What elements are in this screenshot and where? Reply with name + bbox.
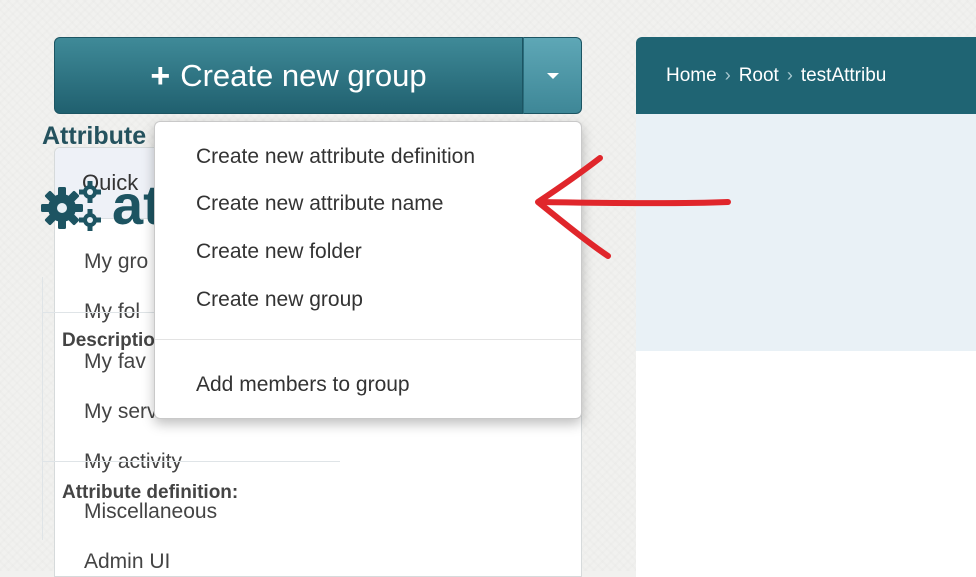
plus-icon: + bbox=[150, 56, 171, 95]
menu-item-add-members[interactable]: Add members to group bbox=[196, 373, 410, 397]
caret-down-icon bbox=[546, 72, 559, 79]
menu-divider bbox=[155, 339, 581, 340]
breadcrumb-separator-icon: › bbox=[724, 65, 731, 85]
details-border bbox=[42, 277, 43, 540]
breadcrumb-current[interactable]: testAttribu bbox=[801, 65, 887, 87]
breadcrumb-root[interactable]: Root bbox=[739, 65, 779, 87]
attribute-header bbox=[636, 114, 976, 351]
details-divider bbox=[42, 461, 340, 462]
menu-item-create-group[interactable]: Create new group bbox=[196, 288, 363, 312]
breadcrumb-home[interactable]: Home bbox=[666, 65, 717, 87]
gears-icon bbox=[41, 180, 101, 231]
quick-link-my-groups[interactable]: My gro bbox=[84, 250, 148, 274]
create-dropdown-toggle[interactable] bbox=[523, 37, 582, 114]
menu-item-create-attribute-name[interactable]: Create new attribute name bbox=[196, 192, 443, 216]
menu-item-create-folder[interactable]: Create new folder bbox=[196, 240, 362, 264]
create-button-label: Create new group bbox=[180, 57, 427, 93]
breadcrumb-separator-icon: › bbox=[786, 65, 793, 85]
create-dropdown-menu: Create new attribute definition Create n… bbox=[154, 121, 582, 419]
main-panel: Home › Root › testAttribu bbox=[636, 37, 976, 577]
menu-item-create-attribute-definition[interactable]: Create new attribute definition bbox=[196, 145, 475, 169]
quick-link-my-favorites[interactable]: My fav bbox=[84, 350, 146, 374]
breadcrumb: Home › Root › testAttribu bbox=[636, 37, 976, 114]
attribute-definition-label: Attribute definition: bbox=[62, 482, 239, 503]
quick-link-my-activity[interactable]: My activity bbox=[84, 450, 182, 474]
create-new-group-button[interactable]: + Create new group bbox=[54, 37, 523, 114]
quick-link-admin-ui[interactable]: Admin UI bbox=[84, 550, 170, 574]
